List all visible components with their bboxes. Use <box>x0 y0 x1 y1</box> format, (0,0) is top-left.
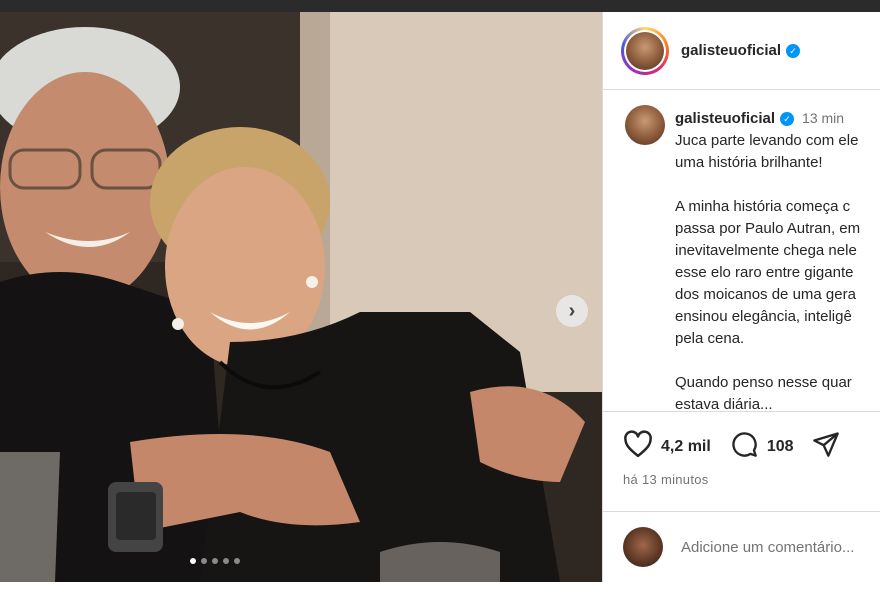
author-username-link[interactable]: galisteuoficial ✓ <box>681 42 801 59</box>
carousel-dot <box>190 558 196 564</box>
author-avatar[interactable] <box>621 26 669 75</box>
share-icon[interactable] <box>812 430 840 463</box>
post-side-panel: galisteuoficial ✓ galisteuoficial ✓ 13 min … <box>602 12 880 582</box>
post-header: galisteuoficial ✓ <box>603 12 880 90</box>
caption-avatar[interactable] <box>625 105 665 145</box>
carousel-next-button[interactable]: › <box>556 295 588 327</box>
caption-paragraph: A minha história começa c passa por Paul… <box>675 198 861 347</box>
post-actions: 4,2 mil 108 há 13 minutos <box>603 411 880 511</box>
carousel-dots <box>190 558 240 564</box>
photo-illustration <box>0 12 602 582</box>
carousel-dot <box>212 558 218 564</box>
comment-icon[interactable] <box>729 430 759 463</box>
caption-paragraph: Quando penso nesse quar estava diária... <box>675 374 852 411</box>
carousel-dot <box>223 558 229 564</box>
caption-text: galisteuoficial ✓ 13 min Juca parte levand… <box>675 107 880 411</box>
add-comment-row <box>603 511 880 582</box>
post-photo[interactable]: › <box>0 12 602 582</box>
verified-badge-icon: ✓ <box>786 44 801 59</box>
current-user-avatar <box>623 527 663 567</box>
caption-area: galisteuoficial ✓ 13 min Juca parte levand… <box>603 91 880 411</box>
caption-username[interactable]: galisteuoficial <box>675 110 775 127</box>
post-time-ago: há 13 minutos <box>623 472 709 487</box>
likes-count[interactable]: 4,2 mil <box>661 438 711 456</box>
add-comment-input[interactable] <box>681 538 880 556</box>
like-icon[interactable] <box>623 430 653 463</box>
avatar-image <box>626 31 664 70</box>
comments-count[interactable]: 108 <box>767 438 794 456</box>
caption-paragraph: Juca parte levando com ele uma história … <box>675 132 859 171</box>
carousel-dot <box>234 558 240 564</box>
caption-time: 13 min <box>802 110 845 126</box>
carousel-dot <box>201 558 207 564</box>
verified-badge-icon: ✓ <box>780 112 795 127</box>
